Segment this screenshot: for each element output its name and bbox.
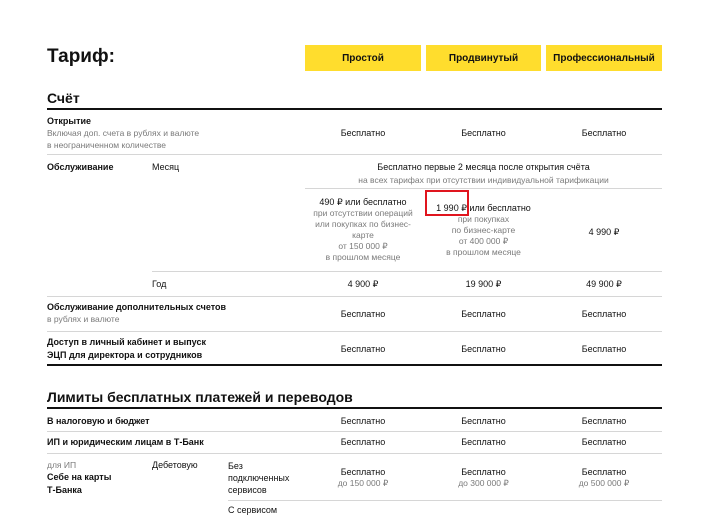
self-simple: Бесплатно до 150 000 ₽ bbox=[305, 467, 421, 489]
self-no-services: Без подключенных сервисов bbox=[228, 460, 289, 496]
row-divider bbox=[305, 188, 662, 189]
service-simple-l3: карте bbox=[352, 230, 374, 240]
service-month-professional: 4 990 ₽ bbox=[588, 227, 620, 237]
self-no-services-2: подключенных bbox=[228, 473, 290, 483]
service-year-label: Год bbox=[152, 279, 167, 289]
legal-advanced: Бесплатно bbox=[461, 437, 506, 447]
self-no-services-3: сервисов bbox=[228, 485, 267, 495]
self-advanced-limit: до 300 000 ₽ bbox=[458, 478, 509, 488]
highlight-box bbox=[425, 190, 469, 216]
section-divider bbox=[47, 364, 662, 366]
row-label-self-1: Себе на карты bbox=[47, 472, 112, 482]
service-year-simple: 4 900 ₽ bbox=[347, 279, 379, 289]
row-label-legal: ИП и юридическим лицам в Т-Банк bbox=[47, 437, 204, 447]
row-label-extra-accounts: Обслуживание дополнительных счетов bbox=[47, 302, 227, 312]
plan-tab-advanced[interactable]: Продвинутый bbox=[426, 45, 541, 71]
row-divider bbox=[47, 331, 662, 332]
tax-advanced: Бесплатно bbox=[461, 416, 506, 426]
row-sub-opening-2: в неограниченном количестве bbox=[47, 140, 167, 150]
self-professional-limit: до 500 000 ₽ bbox=[578, 478, 630, 488]
cabinet-professional: Бесплатно bbox=[581, 344, 627, 354]
tax-simple: Бесплатно bbox=[340, 416, 386, 426]
self-professional: Бесплатно до 500 000 ₽ bbox=[546, 467, 662, 489]
self-no-services-1: Без bbox=[228, 461, 243, 471]
self-with-services: С сервисом bbox=[228, 505, 278, 515]
self-simple-limit: до 150 000 ₽ bbox=[337, 478, 389, 488]
self-advanced-value: Бесплатно bbox=[461, 467, 506, 477]
section-heading-limits: Лимиты бесплатных платежей и переводов bbox=[47, 389, 353, 405]
service-month-free: Бесплатно первые 2 месяца после открытия… bbox=[377, 162, 590, 172]
service-month-simple: 490 ₽ или бесплатно при отсутствии опера… bbox=[305, 197, 421, 263]
cabinet-advanced: Бесплатно bbox=[461, 344, 506, 354]
row-sub-extra-accounts: в рублях и валюте bbox=[47, 314, 120, 324]
service-advanced-l4: в прошлом месяце bbox=[446, 247, 521, 257]
row-label-tax: В налоговую и бюджет bbox=[47, 416, 150, 426]
row-divider bbox=[152, 271, 662, 272]
service-month-free-sub: на всех тарифах при отсутствии индивидуа… bbox=[358, 175, 609, 185]
plan-tab-professional[interactable]: Профессиональный bbox=[546, 45, 662, 71]
row-sub-opening-1: Включая доп. счета в рублях и валюте bbox=[47, 128, 200, 138]
legal-simple: Бесплатно bbox=[340, 437, 386, 447]
tax-professional: Бесплатно bbox=[581, 416, 627, 426]
service-simple-l5: в прошлом месяце bbox=[325, 252, 401, 262]
service-year-professional: 49 900 ₽ bbox=[586, 279, 622, 289]
opening-value-simple: Бесплатно bbox=[340, 128, 386, 138]
row-divider bbox=[47, 296, 662, 297]
opening-value-advanced: Бесплатно bbox=[461, 128, 506, 138]
row-label-service: Обслуживание bbox=[47, 162, 114, 172]
self-for-ip: для ИП bbox=[47, 460, 77, 470]
extra-accounts-simple: Бесплатно bbox=[340, 309, 386, 319]
row-divider bbox=[47, 453, 662, 454]
section-divider bbox=[47, 108, 662, 110]
row-divider bbox=[228, 500, 662, 501]
cabinet-simple: Бесплатно bbox=[340, 344, 386, 354]
service-simple-l2: или покупках по бизнес- bbox=[315, 219, 411, 229]
row-label-cabinet-1: Доступ в личный кабинет и выпуск bbox=[47, 337, 206, 347]
service-simple-l4: от 150 000 ₽ bbox=[338, 241, 388, 251]
plan-tab-simple[interactable]: Простой bbox=[305, 45, 421, 71]
row-label-self-2: Т-Банка bbox=[47, 485, 82, 495]
opening-value-professional: Бесплатно bbox=[581, 128, 627, 138]
page-title: Тариф: bbox=[47, 46, 115, 67]
self-advanced: Бесплатно до 300 000 ₽ bbox=[426, 467, 541, 489]
service-advanced-l3: от 400 000 ₽ bbox=[458, 236, 509, 246]
extra-accounts-advanced: Бесплатно bbox=[461, 309, 506, 319]
self-card-type: Дебетовую bbox=[152, 460, 198, 470]
service-simple-l1: при отсутствии операций bbox=[313, 208, 413, 218]
service-advanced-l2: по бизнес-карте bbox=[451, 225, 516, 235]
service-year-advanced: 19 900 ₽ bbox=[465, 279, 502, 289]
self-simple-value: Бесплатно bbox=[340, 467, 386, 477]
section-divider bbox=[47, 407, 662, 409]
row-label-cabinet-2: ЭЦП для директора и сотрудников bbox=[47, 350, 203, 360]
section-heading-account: Счёт bbox=[47, 90, 80, 106]
service-simple-main: 490 ₽ или бесплатно bbox=[319, 197, 407, 207]
extra-accounts-professional: Бесплатно bbox=[581, 309, 627, 319]
legal-professional: Бесплатно bbox=[581, 437, 627, 447]
self-professional-value: Бесплатно bbox=[581, 467, 627, 477]
service-month-label: Месяц bbox=[152, 162, 180, 172]
row-divider bbox=[47, 431, 662, 432]
row-label-opening: Открытие bbox=[47, 116, 92, 126]
row-divider bbox=[47, 154, 662, 155]
